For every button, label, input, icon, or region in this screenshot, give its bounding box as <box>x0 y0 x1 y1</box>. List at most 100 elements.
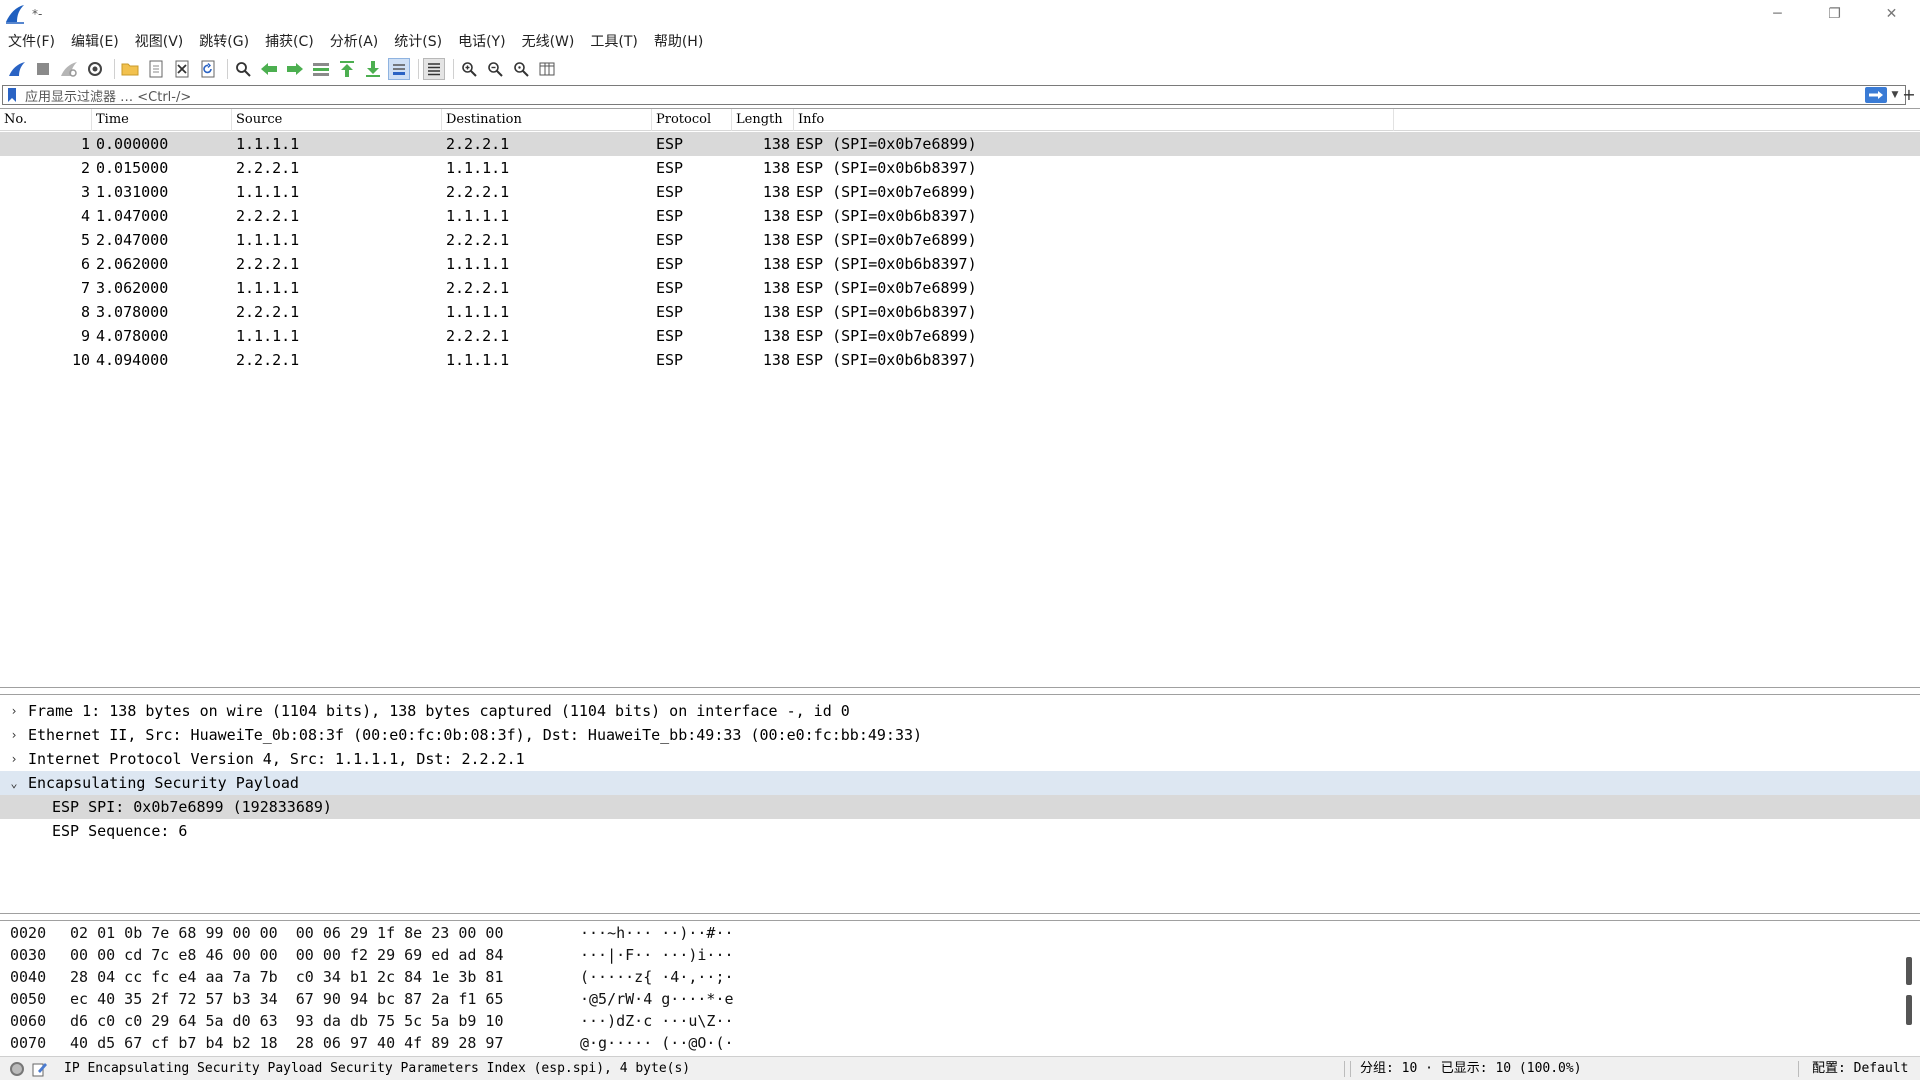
search-icon <box>236 62 251 77</box>
start-capture-button[interactable] <box>6 58 28 80</box>
selected-field-info: IP Encapsulating Security Payload Securi… <box>64 1061 691 1076</box>
close-button[interactable]: ✕ <box>1863 0 1920 28</box>
open-file-button[interactable] <box>119 58 141 80</box>
profile-selector[interactable]: 配置: Default <box>1812 1057 1908 1080</box>
detail-text: Encapsulating Security Payload <box>28 774 299 792</box>
col-no: 7 <box>80 279 90 297</box>
col-source: 1.1.1.1 <box>236 231 300 249</box>
chevron-right-icon[interactable]: › <box>8 723 20 747</box>
menu-edit[interactable]: 编辑(E) <box>71 31 119 51</box>
detail-tree-item[interactable]: ESP Sequence: 6 <box>0 819 1920 843</box>
col-no: 3 <box>80 183 90 201</box>
minimize-button[interactable]: ─ <box>1749 0 1806 28</box>
restore-button[interactable]: ❐ <box>1806 0 1863 28</box>
col-no: 5 <box>80 231 90 249</box>
col-length: 138 <box>762 279 790 297</box>
col-time: 3.078000 <box>96 303 169 321</box>
chevron-right-icon[interactable]: › <box>8 747 20 771</box>
stop-capture-button[interactable] <box>32 58 54 80</box>
menu-go[interactable]: 跳转(G) <box>199 31 249 51</box>
col-time: 2.062000 <box>96 255 169 273</box>
chevron-right-icon[interactable]: › <box>8 699 20 723</box>
reload-file-button[interactable] <box>197 58 219 80</box>
display-filter-input[interactable]: 应用显示过滤器 … <Ctrl-/> <box>25 86 191 105</box>
menu-capture[interactable]: 捕获(C) <box>265 31 314 51</box>
column-header-no[interactable]: No. <box>0 109 92 131</box>
arrow-top-icon <box>340 61 354 77</box>
apply-filter-button[interactable] <box>1865 87 1887 103</box>
menu-telephony[interactable]: 电话(Y) <box>458 31 505 51</box>
scrollbar-thumb[interactable] <box>1906 995 1912 1025</box>
go-last-button[interactable] <box>362 58 384 80</box>
table-row[interactable]: 3 1.031000 1.1.1.1 2.2.2.1 ESP 138 ESP (SPI=0x… <box>0 180 1920 204</box>
menu-view[interactable]: 视图(V) <box>135 31 184 51</box>
detail-tree-item[interactable]: › Internet Protocol Version 4, Src: 1.1.1… <box>0 747 1920 771</box>
go-first-button[interactable] <box>336 58 358 80</box>
detail-tree-item[interactable]: › Frame 1: 138 bytes on wire (1104 bits),… <box>0 699 1920 723</box>
go-to-packet-button[interactable] <box>310 58 332 80</box>
column-header-length[interactable]: Length <box>732 109 794 131</box>
table-row[interactable]: 7 3.062000 1.1.1.1 2.2.2.1 ESP 138 ESP (SPI=0x… <box>0 276 1920 300</box>
chevron-down-icon[interactable]: ⌄ <box>8 771 20 795</box>
menu-help[interactable]: 帮助(H) <box>654 31 703 51</box>
menu-tools[interactable]: 工具(T) <box>590 31 637 51</box>
table-row[interactable]: 5 2.047000 1.1.1.1 2.2.2.1 ESP 138 ESP (SPI=0x… <box>0 228 1920 252</box>
table-row[interactable]: 6 2.062000 2.2.2.1 1.1.1.1 ESP 138 ESP (SPI=0x… <box>0 252 1920 276</box>
column-header-info[interactable]: Info <box>794 109 1394 131</box>
packet-bytes-pane[interactable]: 0020 02 01 0b 7e 68 99 00 00 00 06 29 1f … <box>0 920 1920 1055</box>
table-row[interactable]: 10 4.094000 2.2.2.1 1.1.1.1 ESP 138 ESP (SPI=0… <box>0 348 1920 372</box>
find-packet-button[interactable] <box>232 58 254 80</box>
column-header-source[interactable]: Source <box>232 109 442 131</box>
column-header-protocol[interactable]: Protocol <box>652 109 732 131</box>
bytes-scrollbar[interactable] <box>1906 957 1912 1025</box>
save-file-button[interactable] <box>145 58 167 80</box>
col-info: ESP (SPI=0x0b6b8397) <box>796 255 977 273</box>
main-toolbar <box>0 56 562 82</box>
restart-capture-button[interactable] <box>58 58 80 80</box>
resize-columns-button[interactable] <box>536 58 558 80</box>
arrow-left-icon <box>261 63 277 75</box>
add-filter-button[interactable]: + <box>1900 84 1918 104</box>
capture-options-button[interactable] <box>84 58 106 80</box>
zoom-in-button[interactable] <box>458 58 480 80</box>
folder-icon <box>121 63 139 76</box>
hex-bytes: 00 00 cd 7c e8 46 00 00 00 00 f2 29 69 e… <box>70 946 504 964</box>
go-forward-button[interactable] <box>284 58 306 80</box>
bookmark-icon[interactable] <box>5 87 19 103</box>
go-back-button[interactable] <box>258 58 280 80</box>
colorize-button[interactable] <box>423 58 445 80</box>
detail-tree-item[interactable]: ESP SPI: 0x0b7e6899 (192833689) <box>0 795 1920 819</box>
detail-tree-item[interactable]: › Ethernet II, Src: HuaweiTe_0b:08:3f (00… <box>0 723 1920 747</box>
packet-list[interactable]: No. Time Source Destination Protocol Length In… <box>0 108 1920 688</box>
autoscroll-icon <box>393 64 405 75</box>
autoscroll-button[interactable] <box>388 58 410 80</box>
column-header-time[interactable]: Time <box>92 109 232 131</box>
menu-wireless[interactable]: 无线(W) <box>522 31 575 51</box>
table-row[interactable]: 1 0.000000 1.1.1.1 2.2.2.1 ESP 138 ESP (SPI=0x… <box>0 132 1920 156</box>
table-row[interactable]: 4 1.047000 2.2.2.1 1.1.1.1 ESP 138 ESP (SPI=0x… <box>0 204 1920 228</box>
close-file-button[interactable] <box>171 58 193 80</box>
hex-bytes: ec 40 35 2f 72 57 b3 34 67 90 94 bc 87 2… <box>70 990 504 1008</box>
table-row[interactable]: 9 4.078000 1.1.1.1 2.2.2.1 ESP 138 ESP (SPI=0x… <box>0 324 1920 348</box>
col-protocol: ESP <box>656 231 684 249</box>
edit-comment-icon[interactable] <box>32 1061 48 1077</box>
menu-analyze[interactable]: 分析(A) <box>330 31 379 51</box>
scrollbar-thumb[interactable] <box>1906 957 1912 985</box>
ascii-bytes: (·····z{ ·4·,··;· <box>580 968 734 986</box>
packet-details-pane[interactable]: › Frame 1: 138 bytes on wire (1104 bits),… <box>0 694 1920 914</box>
detail-tree-item[interactable]: ⌄ Encapsulating Security Payload <box>0 771 1920 795</box>
col-no: 9 <box>80 327 90 345</box>
normal-size-button[interactable] <box>510 58 532 80</box>
display-filter-bar[interactable]: 应用显示过滤器 … <Ctrl-/> ▼ <box>2 85 1906 105</box>
zoom-out-button[interactable] <box>484 58 506 80</box>
menu-file[interactable]: 文件(F) <box>8 31 55 51</box>
table-row[interactable]: 2 0.015000 2.2.2.1 1.1.1.1 ESP 138 ESP (SPI=0x… <box>0 156 1920 180</box>
table-row[interactable]: 8 3.078000 2.2.2.1 1.1.1.1 ESP 138 ESP (SPI=0x… <box>0 300 1920 324</box>
col-source: 1.1.1.1 <box>236 183 300 201</box>
column-header-destination[interactable]: Destination <box>442 109 652 131</box>
menu-statistics[interactable]: 统计(S) <box>394 31 442 51</box>
expert-info-icon[interactable] <box>10 1062 24 1076</box>
zoom-reset-icon <box>514 62 529 77</box>
col-destination: 1.1.1.1 <box>446 303 510 321</box>
byte-offset: 0040 <box>10 968 47 986</box>
